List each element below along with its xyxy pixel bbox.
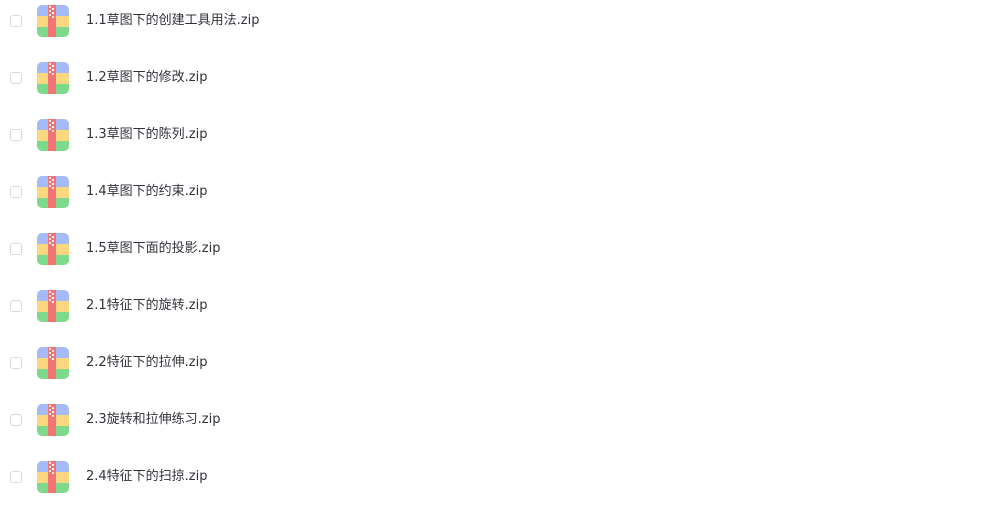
file-row-6[interactable]: 2.1特征下的旋转.zip [0,285,1003,342]
zip-archive-icon[interactable] [37,461,69,493]
file-name[interactable]: 2.4特征下的扫掠.zip [86,468,208,486]
file-name[interactable]: 2.2特征下的拉伸.zip [86,354,208,372]
file-row-2[interactable]: 1.2草图下的修改.zip [0,57,1003,114]
file-name[interactable]: 1.1草图下的创建工具用法.zip [86,12,260,30]
file-name[interactable]: 1.5草图下面的投影.zip [86,240,221,258]
row-checkbox[interactable] [10,414,22,426]
zip-archive-icon[interactable] [37,62,69,94]
file-list: 1.1草图下的创建工具用法.zip 1.2草图下的修改.zip 1.3草图下的陈… [0,0,1003,508]
zip-archive-icon[interactable] [37,119,69,151]
file-row-8[interactable]: 2.3旋转和拉伸练习.zip [0,399,1003,456]
file-name[interactable]: 2.1特征下的旋转.zip [86,297,208,315]
zip-archive-icon[interactable] [37,233,69,265]
row-checkbox[interactable] [10,300,22,312]
row-checkbox[interactable] [10,15,22,27]
file-row-5[interactable]: 1.5草图下面的投影.zip [0,228,1003,285]
zip-archive-icon[interactable] [37,5,69,37]
file-name[interactable]: 2.3旋转和拉伸练习.zip [86,411,221,429]
file-row-4[interactable]: 1.4草图下的约束.zip [0,171,1003,228]
file-name[interactable]: 1.4草图下的约束.zip [86,183,208,201]
zip-archive-icon[interactable] [37,347,69,379]
file-row-9[interactable]: 2.4特征下的扫掠.zip [0,456,1003,508]
file-name[interactable]: 1.3草图下的陈列.zip [86,126,208,144]
row-checkbox[interactable] [10,471,22,483]
zip-archive-icon[interactable] [37,404,69,436]
row-checkbox[interactable] [10,129,22,141]
row-checkbox[interactable] [10,186,22,198]
file-name[interactable]: 1.2草图下的修改.zip [86,69,208,87]
row-checkbox[interactable] [10,72,22,84]
file-row-7[interactable]: 2.2特征下的拉伸.zip [0,342,1003,399]
zip-archive-icon[interactable] [37,176,69,208]
row-checkbox[interactable] [10,243,22,255]
file-row-3[interactable]: 1.3草图下的陈列.zip [0,114,1003,171]
zip-archive-icon[interactable] [37,290,69,322]
file-row-1[interactable]: 1.1草图下的创建工具用法.zip [0,0,1003,57]
row-checkbox[interactable] [10,357,22,369]
